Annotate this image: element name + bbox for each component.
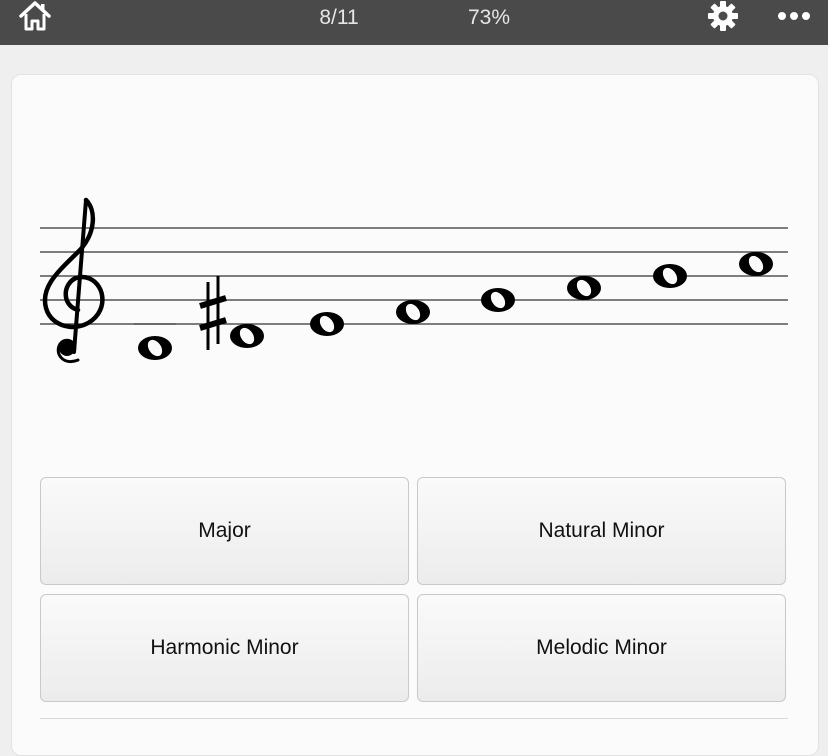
answer-label: Major xyxy=(198,519,251,542)
answer-natural-minor-button[interactable]: Natural Minor xyxy=(417,477,786,585)
treble-clef-icon xyxy=(42,197,105,363)
whole-note xyxy=(230,324,264,348)
whole-note xyxy=(138,336,172,360)
answer-label: Melodic Minor xyxy=(536,636,667,659)
music-staff xyxy=(40,197,788,363)
note-heads xyxy=(138,252,773,360)
whole-note xyxy=(567,276,601,300)
whole-note xyxy=(396,300,430,324)
answer-label: Natural Minor xyxy=(538,519,665,542)
whole-note xyxy=(481,288,515,312)
whole-note xyxy=(653,264,687,288)
answer-harmonic-minor-button[interactable]: Harmonic Minor xyxy=(40,594,409,702)
answer-label: Harmonic Minor xyxy=(150,636,299,659)
whole-note xyxy=(739,252,773,276)
divider xyxy=(40,718,788,719)
sharp-icon xyxy=(199,276,227,350)
whole-note xyxy=(310,312,344,336)
answer-melodic-minor-button[interactable]: Melodic Minor xyxy=(417,594,786,702)
answer-major-button[interactable]: Major xyxy=(40,477,409,585)
